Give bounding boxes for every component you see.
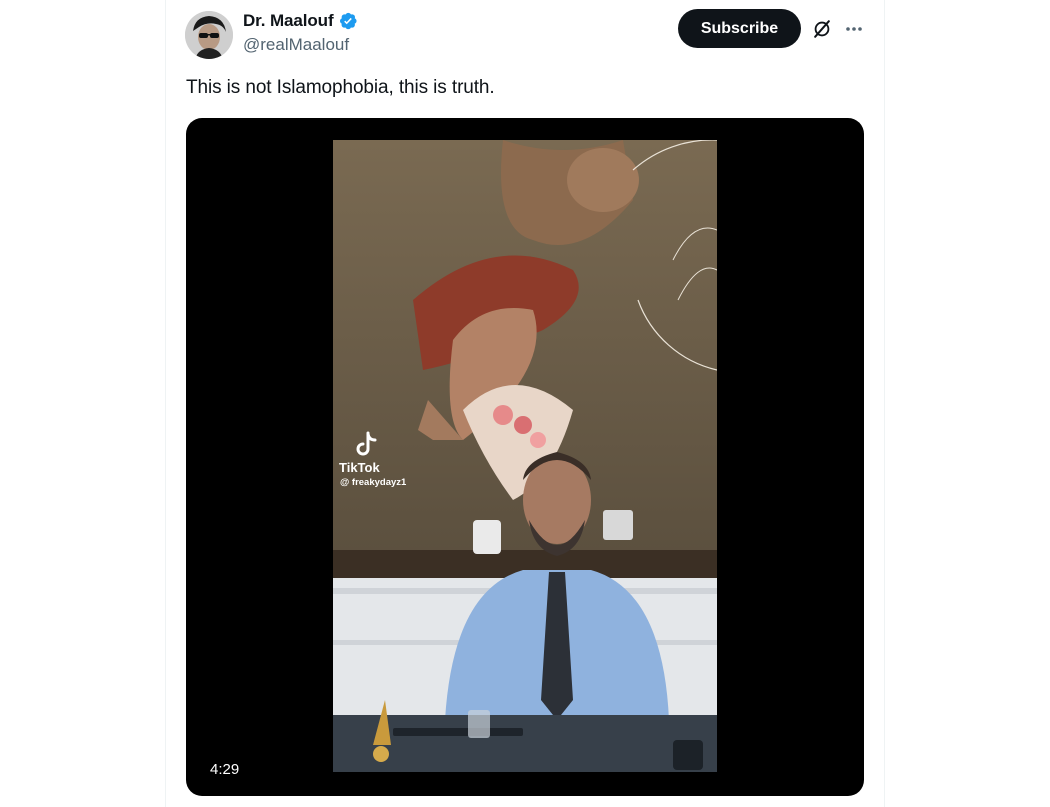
tiktok-username: @ freakydayz1: [340, 477, 407, 488]
grok-icon[interactable]: [809, 16, 835, 42]
timeline-border-right: [884, 0, 885, 807]
video-frame[interactable]: TikTok @ freakydayz1: [333, 140, 717, 772]
more-options-icon[interactable]: [841, 16, 867, 42]
author-handle[interactable]: @realMaalouf: [243, 35, 349, 55]
tweet-text: This is not Islamophobia, this is truth.: [186, 77, 495, 98]
tiktok-icon: [356, 431, 377, 456]
subscribe-button[interactable]: Subscribe: [678, 9, 801, 48]
video-player[interactable]: TikTok @ freakydayz1 4:29: [186, 118, 864, 796]
tweet: Dr. Maalouf @realMaalouf Subscribe This …: [166, 0, 884, 807]
author-name-row[interactable]: Dr. Maalouf: [243, 11, 358, 31]
video-still-image: [333, 140, 717, 772]
author-display-name[interactable]: Dr. Maalouf: [243, 11, 334, 31]
tiktok-label: TikTok: [339, 460, 380, 475]
video-duration: 4:29: [210, 761, 240, 778]
verified-badge-icon: [338, 11, 358, 31]
avatar[interactable]: [185, 11, 233, 59]
